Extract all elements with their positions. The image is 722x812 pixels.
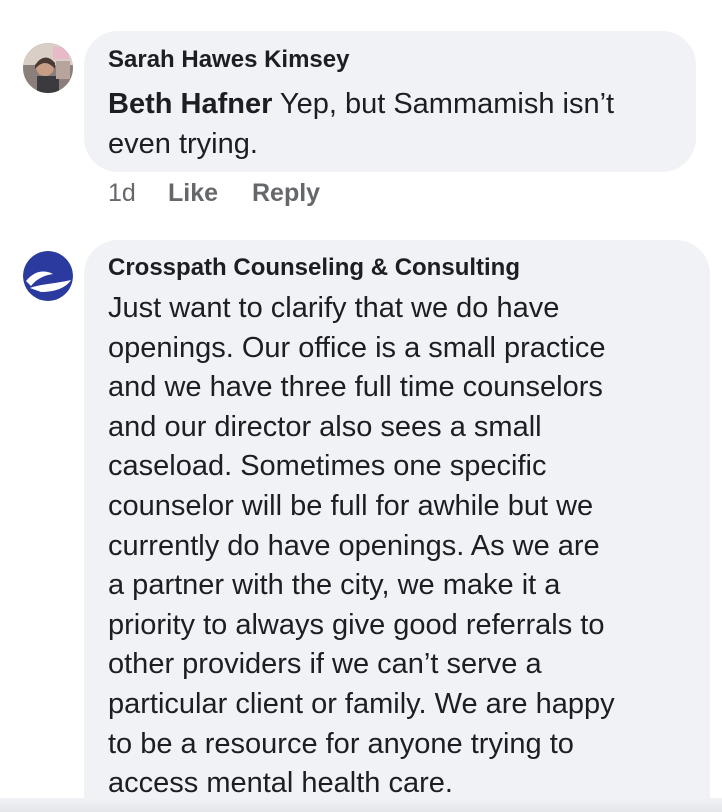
like-button[interactable]: Like (168, 176, 218, 210)
comment-text-line: and our director also sees a small (108, 410, 542, 443)
comment-text-line: priority to always give good referrals t… (108, 608, 605, 641)
page-avatar[interactable] (23, 251, 73, 301)
comment-text-line: caseload. Sometimes one specific (108, 450, 547, 483)
comment-text-line: counselor will be full for awhile but we (108, 489, 594, 522)
comment-text-line: other providers if we can’t serve a (108, 648, 542, 681)
screen-bottom-edge (0, 798, 722, 812)
user-photo-avatar-icon (23, 43, 73, 93)
comment-text: Beth Hafner Yep, but Sammamish isn’t eve… (108, 84, 683, 164)
comment-thread: Sarah Hawes Kimsey Beth Hafner Yep, but … (0, 0, 722, 812)
comment-text-line: currently do have openings. As we are (108, 529, 600, 562)
comment-author-name[interactable]: Sarah Hawes Kimsey (108, 46, 349, 74)
comment-author-name[interactable]: Crosspath Counseling & Consulting (108, 254, 520, 282)
reply-button[interactable]: Reply (252, 176, 320, 210)
comment-text-line: to be a resource for anyone trying to (108, 727, 574, 760)
comment-text-line: and we have three full time counselors (108, 371, 603, 404)
tagged-user-link[interactable]: Beth Hafner (108, 88, 272, 120)
crosspath-logo-icon (23, 251, 73, 301)
comment-timestamp[interactable]: 1d (108, 176, 136, 210)
commenter-avatar[interactable] (23, 43, 73, 93)
comment-text: Just want to clarify that we do have ope… (108, 289, 704, 804)
comment-text-line: particular client or family. We are happ… (108, 687, 615, 720)
comment-text-line: Just want to clarify that we do have (108, 292, 560, 324)
comment-text-line: openings. Our office is a small practice (108, 331, 606, 364)
comment-text-line: a partner with the city, we make it a (108, 569, 561, 602)
